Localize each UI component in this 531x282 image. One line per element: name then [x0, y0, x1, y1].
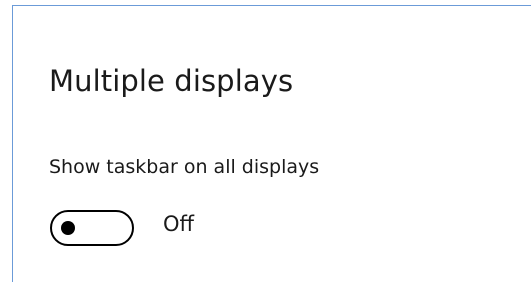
panel-left-border	[12, 5, 13, 282]
toggle-knob	[61, 221, 75, 235]
show-taskbar-label: Show taskbar on all displays	[49, 156, 320, 178]
section-title: Multiple displays	[49, 64, 294, 98]
settings-panel: Multiple displays Show taskbar on all di…	[0, 0, 531, 282]
toggle-state-label: Off	[163, 212, 194, 236]
show-taskbar-toggle[interactable]	[50, 210, 134, 246]
panel-top-border	[12, 5, 531, 6]
